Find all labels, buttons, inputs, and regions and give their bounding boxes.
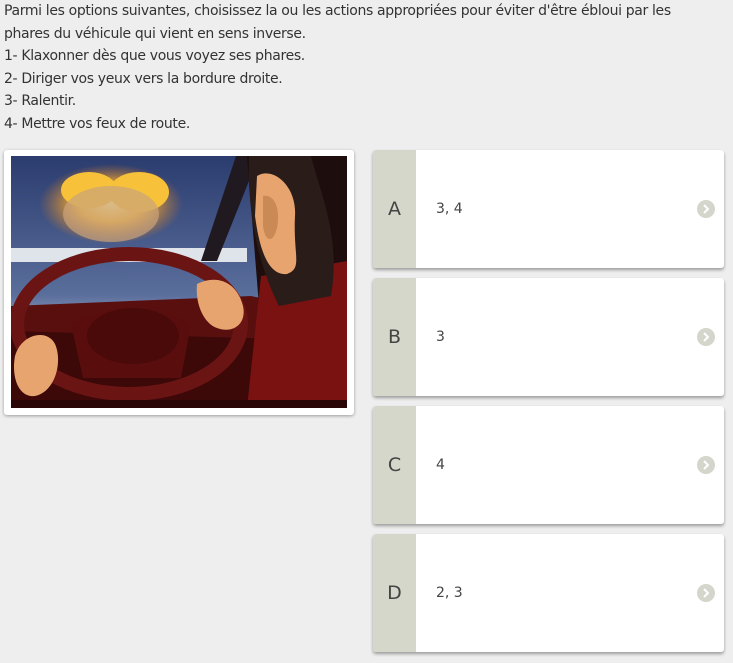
question-text: Parmi les options suivantes, choisissez … bbox=[4, 0, 729, 135]
answer-text: 3, 4 bbox=[436, 201, 463, 217]
question-line: phares du véhicule qui vient en sens inv… bbox=[4, 25, 306, 42]
quiz-page: Parmi les options suivantes, choisissez … bbox=[0, 0, 733, 663]
answer-option-a[interactable]: A 3, 4 bbox=[373, 150, 724, 268]
answer-letter: A bbox=[373, 150, 416, 268]
option-line-1: 1- Klaxonner dès que vous voyez ses phar… bbox=[4, 48, 305, 64]
answer-option-b[interactable]: B 3 bbox=[373, 278, 724, 396]
answer-text: 4 bbox=[436, 457, 445, 473]
chevron-right-icon bbox=[697, 200, 715, 218]
chevron-right-icon bbox=[697, 456, 715, 474]
answer-option-d[interactable]: D 2, 3 bbox=[373, 534, 724, 652]
option-line-2: 2- Diriger vos yeux vers la bordure droi… bbox=[4, 70, 283, 87]
answer-letter: B bbox=[373, 278, 416, 396]
option-line-4: 4- Mettre vos feux de route. bbox=[4, 115, 190, 132]
answer-letter: C bbox=[373, 406, 416, 524]
answer-letter: D bbox=[373, 534, 416, 652]
answer-text: 3 bbox=[436, 329, 445, 345]
answer-text: 2, 3 bbox=[436, 585, 463, 601]
chevron-right-icon bbox=[697, 584, 715, 602]
question-illustration bbox=[4, 150, 354, 415]
driver-night-illustration bbox=[11, 156, 347, 408]
chevron-right-icon bbox=[697, 328, 715, 346]
question-line: Parmi les options suivantes, choisissez … bbox=[4, 3, 671, 19]
answer-option-c[interactable]: C 4 bbox=[373, 406, 724, 524]
option-line-3: 3- Ralentir. bbox=[4, 93, 76, 109]
